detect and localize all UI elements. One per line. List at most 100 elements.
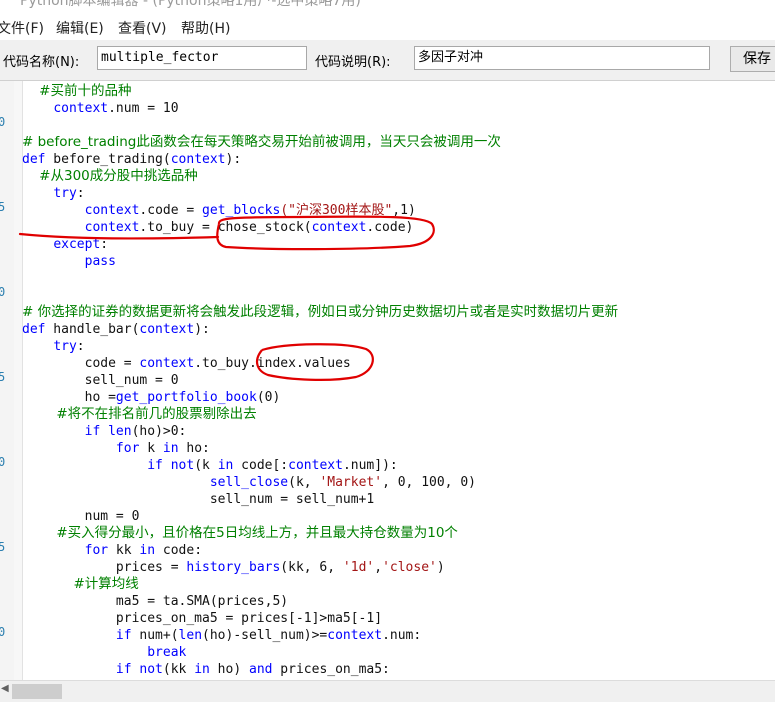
code-token: (ho)>0: (131, 424, 187, 439)
menu-help[interactable]: 帮助(H) (181, 18, 230, 38)
code-token: def (22, 322, 46, 337)
gutter-number: 5 (0, 370, 6, 384)
code-line: try: (22, 338, 85, 355)
code-line: ho =get_portfolio_book(0) (22, 389, 281, 406)
code-token: sell_close (209, 475, 289, 490)
gutter-number: 5 (0, 540, 6, 554)
code-token: '1d' (342, 560, 375, 575)
code-token: ("沪深300样本股" (280, 203, 393, 218)
code-token: kk (108, 543, 140, 558)
code-line: ma5 = ta.SMA(prices,5) (22, 593, 288, 610)
code-line: #将不在排名前几的股票剔除出去 (22, 406, 257, 423)
code-token: try (53, 186, 77, 201)
code-line: prices = history_bars(kk, 6, '1d','close… (22, 559, 445, 576)
code-token: (k, (288, 475, 320, 490)
gutter-number: 0 (0, 625, 6, 639)
code-token: .to_buy = chose_stock( (139, 220, 312, 235)
code-token: num = 0 (22, 509, 140, 524)
code-line: prices_on_ma5 = prices[-1]>ma5[-1] (22, 610, 382, 627)
code-token: (kk (162, 662, 195, 677)
code-token: .num = 10 (108, 101, 179, 116)
code-token: #将不在排名前几的股票剔除出去 (22, 406, 257, 422)
code-token: prices_on_ma5 = prices[-1]>ma5[-1] (22, 611, 383, 626)
code-token: (k (194, 458, 218, 473)
code-token: context (327, 628, 383, 643)
code-line: sell_close(k, 'Market', 0, 100, 0) (22, 474, 476, 491)
code-token: len (178, 628, 203, 643)
code-token: context (53, 101, 109, 116)
code-token: if (115, 628, 132, 643)
code-token: code[: (233, 458, 289, 473)
code-token: in (139, 543, 156, 558)
code-token: except (53, 237, 101, 252)
code-token: context (170, 152, 226, 167)
code-editor[interactable]: 0 5 0 5 0 5 0 #买前十的品种 context.num = 10 # … (0, 81, 775, 680)
code-token: (kk, 6, (280, 560, 343, 575)
code-token: : (76, 339, 85, 354)
code-token: ) (436, 560, 445, 575)
code-token: ,1) (392, 203, 416, 218)
code-line: pass (22, 253, 116, 270)
code-token: context (84, 220, 140, 235)
code-desc-input[interactable]: 多因子对冲 (414, 46, 710, 70)
code-token: def (22, 152, 46, 167)
code-line: if not(k in code[:context.num]): (22, 457, 398, 474)
code-token: context (139, 356, 195, 371)
code-token: break (147, 645, 187, 660)
window-title-bar: Python脚本编辑器 - (Python策略1用户-选中策略7用) (0, 0, 775, 9)
code-token: .code) (366, 220, 414, 235)
code-line: break (22, 644, 186, 661)
code-token: context (311, 220, 367, 235)
code-token: (ho)-sell_num)>= (202, 628, 328, 643)
code-line: context.to_buy = chose_stock(context.cod… (22, 219, 414, 236)
code-token: context (139, 322, 195, 337)
code-name-label: 代码名称(N): (3, 55, 80, 70)
code-token: #买前十的品种 (22, 83, 132, 99)
menu-view[interactable]: 查看(V) (118, 18, 167, 38)
code-token: ho: (178, 441, 210, 456)
menu-edit[interactable]: 编辑(E) (56, 18, 104, 38)
code-token: in (217, 458, 234, 473)
code-token: #买入得分最小，且价格在5日均线上方，并且最大持仓数量为10个 (22, 525, 458, 541)
code-line: # 你选择的证券的数据更新将会触发此段逻辑，例如日或分钟历史数据切片或者是实时数… (22, 304, 618, 321)
code-token: : (100, 237, 109, 252)
code-line: def handle_bar(context): (22, 321, 210, 338)
code-token: if not (147, 458, 195, 473)
code-line: num = 0 (22, 508, 140, 525)
save-button[interactable]: 保存 (730, 46, 775, 72)
code-token: ho = (22, 390, 116, 405)
line-number-gutter: 0 5 0 5 0 5 0 (0, 81, 14, 680)
code-line: if len(ho)>0: (22, 423, 187, 440)
code-line: context.code = get_blocks("沪深300样本股",1) (22, 202, 416, 219)
gutter-number: 0 (0, 285, 6, 299)
window-title: Python脚本编辑器 - (Python策略1用户-选中策略7用) (20, 0, 361, 9)
menu-file[interactable]: 文件(F) (0, 18, 44, 38)
code-token: .num]): (342, 458, 398, 473)
code-token: num+( (131, 628, 179, 643)
scroll-left-icon[interactable]: ◀ (1, 683, 9, 694)
code-token: ma5 = ta.SMA(prices,5) (22, 594, 289, 609)
code-line: if num+(len(ho)-sell_num)>=context.num: (22, 627, 421, 644)
code-token: k (139, 441, 163, 456)
code-token: .code = (139, 203, 203, 218)
code-token: and (249, 662, 273, 677)
code-line: code = context.to_buy.index.values (22, 355, 351, 372)
code-line: # before_trading此函数会在每天策略交易开始前被调用，当天只会被调… (22, 134, 501, 151)
horizontal-scrollbar[interactable]: ◀ (0, 680, 775, 702)
gutter-number: 0 (0, 115, 6, 129)
code-token: if len (84, 424, 132, 439)
code-token: in (194, 662, 210, 677)
code-token: code = (22, 356, 140, 371)
code-name-input[interactable]: multiple_fector (97, 46, 307, 70)
code-token: ): (225, 152, 242, 167)
scrollbar-thumb[interactable] (12, 684, 62, 699)
